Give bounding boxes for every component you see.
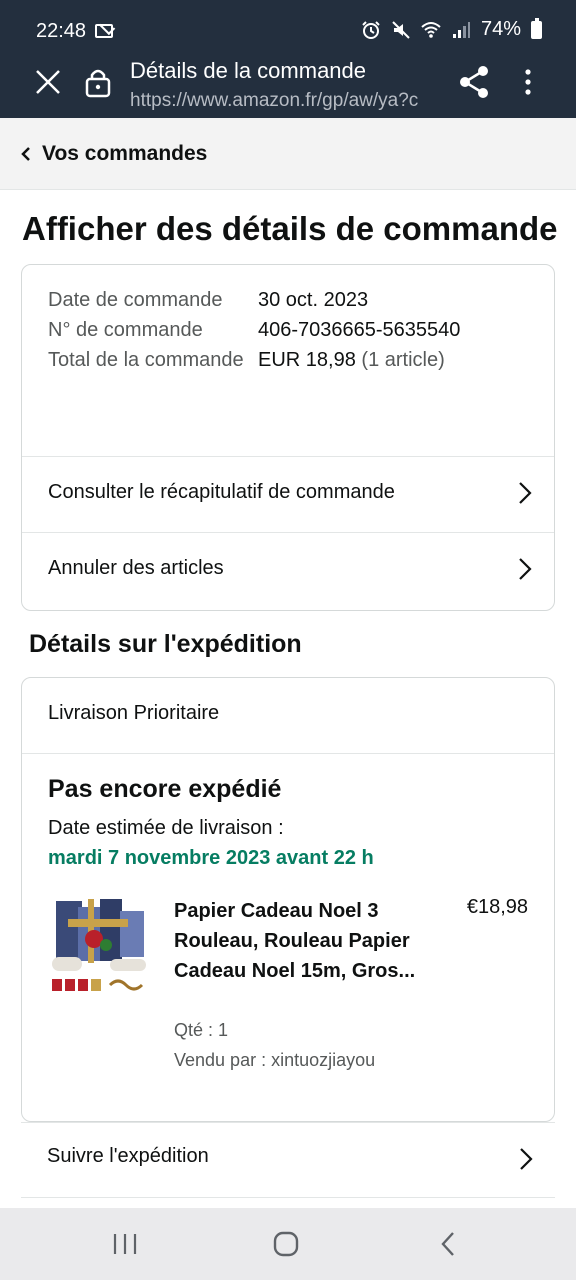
order-date-value: 30 oct. 2023: [258, 289, 369, 311]
status-icons: 74%: [361, 17, 542, 41]
product-image[interactable]: [48, 895, 152, 999]
order-total-row: Total de la commande EUR 18,98 (1 articl…: [48, 345, 538, 375]
cancel-items-link[interactable]: Annuler des articles: [22, 532, 554, 608]
divider: [22, 753, 554, 754]
product-price: €18,98: [466, 896, 528, 918]
delivery-estimate-date: mardi 7 novembre 2023 avant 22 h: [48, 847, 374, 869]
close-icon[interactable]: [32, 66, 64, 98]
track-shipment-label: Suivre l'expédition: [47, 1145, 209, 1167]
order-number-value: 406-7036665-5635540: [258, 319, 461, 341]
page-title: Afficher des détails de commande: [22, 210, 558, 247]
status-time: 22:48: [36, 20, 87, 42]
shipment-section-title: Détails sur l'expédition: [29, 630, 302, 658]
alarm-icon: [362, 20, 380, 39]
system-nav-bar: [0, 1208, 576, 1280]
browser-chrome: 22:48 74% Détails de la commande https:/…: [0, 0, 576, 118]
share-icon[interactable]: [456, 64, 492, 100]
lock-icon[interactable]: [84, 66, 112, 98]
order-number-label: N° de commande: [48, 319, 203, 341]
browser-url[interactable]: https://www.amazon.fr/gp/aw/ya?c: [130, 90, 438, 112]
wifi-icon: [421, 21, 441, 38]
browser-page-title[interactable]: Détails de la commande: [130, 58, 366, 84]
order-total-label: Total de la commande: [48, 349, 244, 371]
battery-icon: [531, 17, 542, 39]
order-info: Date de commande 30 oct. 2023 N° de comm…: [48, 285, 538, 375]
shipment-card: Livraison Prioritaire Pas encore expédié…: [21, 677, 555, 1122]
order-summary-link-label: Consulter le récapitulatif de commande: [48, 481, 395, 503]
track-shipment-link[interactable]: Suivre l'expédition: [21, 1122, 555, 1198]
cancel-items-label: Annuler des articles: [48, 557, 224, 579]
recent-apps-icon[interactable]: [112, 1232, 138, 1256]
product-seller: Vendu par : xintuozjiayou: [174, 1050, 376, 1070]
battery-percentage: 74%: [480, 18, 521, 40]
product-title[interactable]: Papier Cadeau Noel 3 Rouleau, Rouleau Pa…: [174, 896, 424, 986]
chevron-left-icon: [21, 147, 30, 161]
order-date-label: Date de commande: [48, 289, 223, 311]
order-date-row: Date de commande 30 oct. 2023: [48, 285, 538, 315]
chevron-right-icon: [520, 1148, 533, 1170]
chevron-right-icon: [519, 558, 532, 580]
more-vert-icon[interactable]: [516, 66, 540, 98]
back-link-label: Vos commandes: [42, 142, 208, 165]
product-quantity: Qté : 1: [174, 1020, 229, 1040]
order-summary-link[interactable]: Consulter le récapitulatif de commande: [22, 456, 554, 532]
status-bar: 22:48 74%: [0, 0, 576, 60]
back-to-orders-link[interactable]: Vos commandes: [0, 118, 576, 190]
url-bar: Détails de la commande https://www.amazo…: [0, 56, 576, 118]
notification-mail-icon: [95, 24, 113, 38]
shipment-status: Pas encore expédié: [48, 775, 282, 803]
chevron-right-icon: [519, 482, 532, 504]
mute-icon: [392, 20, 410, 39]
order-total-value: EUR 18,98 (1 article): [258, 345, 445, 375]
home-icon[interactable]: [272, 1230, 300, 1258]
order-summary-card: Date de commande 30 oct. 2023 N° de comm…: [21, 264, 555, 611]
order-total-items: (1 article): [361, 349, 445, 371]
delivery-estimate-label: Date estimée de livraison :: [48, 817, 284, 839]
signal-icon: [452, 21, 470, 38]
back-icon[interactable]: [438, 1230, 458, 1258]
shipping-method: Livraison Prioritaire: [48, 702, 220, 724]
order-number-row: N° de commande 406-7036665-5635540: [48, 315, 538, 345]
order-total-amount: EUR 18,98: [258, 349, 356, 371]
